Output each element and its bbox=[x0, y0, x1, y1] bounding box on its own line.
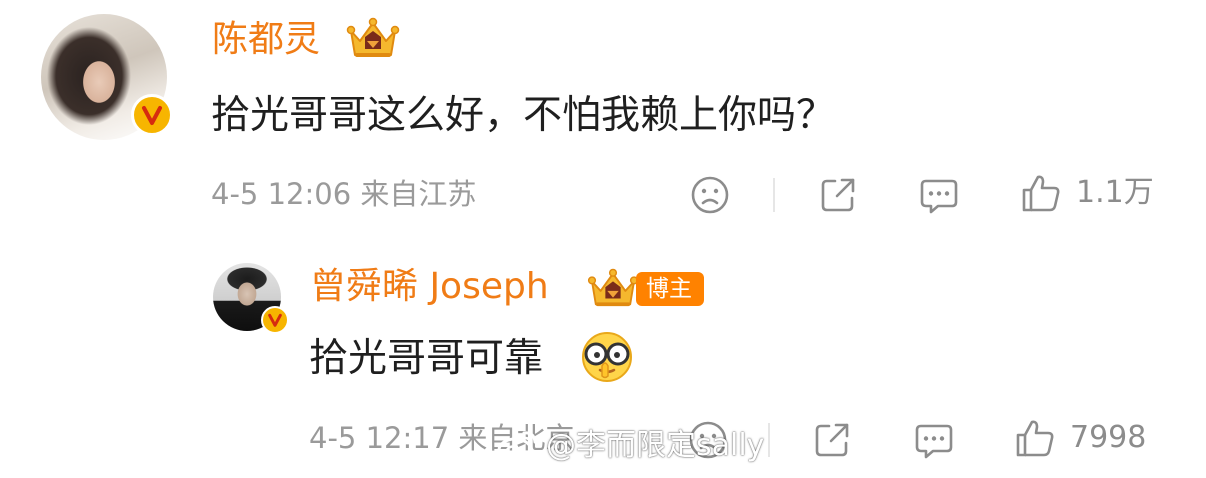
divider bbox=[768, 423, 770, 457]
dislike-button[interactable] bbox=[690, 175, 730, 215]
comment-username[interactable]: 陈都灵 bbox=[212, 22, 320, 58]
like-button[interactable]: 7998 bbox=[1014, 417, 1146, 459]
like-count: 1.1万 bbox=[1076, 175, 1154, 210]
like-button[interactable]: 1.1万 bbox=[1020, 172, 1154, 214]
watermark: @李而限定sally bbox=[496, 428, 764, 464]
comment-button[interactable] bbox=[918, 175, 960, 215]
share-button[interactable] bbox=[812, 420, 852, 460]
comment-bubble-icon bbox=[920, 179, 958, 214]
comment-text: 拾光哥哥这么好，不怕我赖上你吗？ bbox=[211, 93, 836, 138]
verified-v-icon bbox=[131, 94, 173, 136]
author-badge: 博主 bbox=[636, 272, 704, 306]
reply-avatar[interactable] bbox=[213, 263, 289, 334]
thumbs-up-icon bbox=[1022, 175, 1060, 212]
share-button[interactable] bbox=[818, 175, 858, 215]
avatar[interactable] bbox=[41, 14, 173, 140]
comment-bubble-icon bbox=[915, 424, 953, 459]
like-count: 7998 bbox=[1070, 420, 1147, 455]
share-icon bbox=[815, 423, 849, 457]
sad-face-icon bbox=[691, 176, 729, 214]
verified-v-icon bbox=[261, 306, 289, 334]
thumbs-up-icon bbox=[1016, 420, 1054, 457]
reply-username[interactable]: 曾舜晞 Joseph bbox=[310, 269, 549, 305]
share-icon bbox=[821, 178, 855, 212]
glasses-emoji bbox=[578, 330, 636, 388]
divider bbox=[773, 178, 775, 212]
reply-text: 拾光哥哥可靠 bbox=[309, 336, 544, 381]
weibo-logo-icon bbox=[497, 431, 537, 463]
crown-badge-icon[interactable] bbox=[346, 17, 400, 65]
comment-meta: 4-5 12:06 来自江苏 bbox=[211, 177, 477, 211]
crown-badge-icon[interactable] bbox=[587, 268, 639, 314]
watermark-text: @李而限定sally bbox=[546, 428, 765, 463]
comment-thread: 陈都灵 拾光哥哥这么好，不怕我赖上你吗？ 4-5 12:06 来自江苏 1.1万… bbox=[0, 0, 1206, 478]
comment-button[interactable] bbox=[913, 420, 955, 460]
